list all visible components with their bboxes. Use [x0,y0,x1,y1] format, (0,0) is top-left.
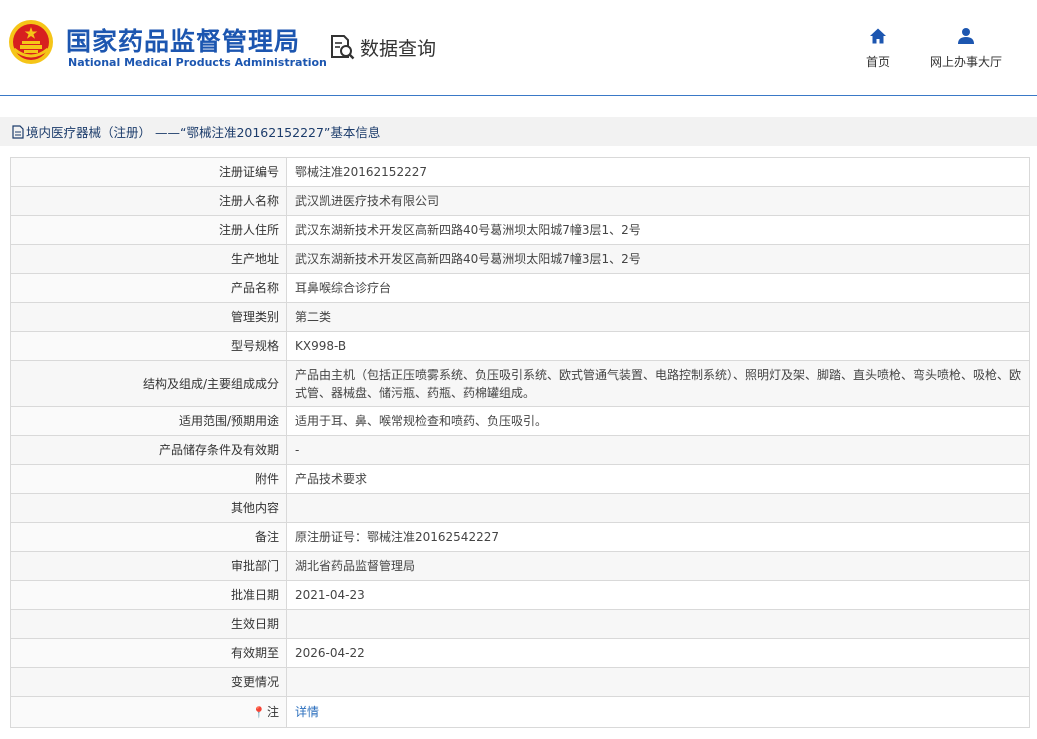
field-label: 管理类别 [10,302,287,332]
field-label: 适用范围/预期用途 [10,406,287,436]
nav-home-button[interactable]: 首页 [866,26,890,70]
note-label-cell: 📍注 [10,696,287,728]
field-label: 产品储存条件及有效期 [10,435,287,465]
field-value: 产品由主机（包括正压喷雾系统、负压吸引系统、欧式管通气装置、电路控制系统）、照明… [286,360,1030,407]
table-row: 注册证编号 鄂械注准20162152227 [10,157,1030,187]
table-row: 注册人名称 武汉凯进医疗技术有限公司 [10,186,1030,216]
site-title: 国家药品监督管理局 [66,27,301,56]
pin-icon: 📍 [252,705,266,719]
field-value: 2021-04-23 [286,580,1030,610]
field-value: 武汉凯进医疗技术有限公司 [286,186,1030,216]
field-value: 第二类 [286,302,1030,332]
table-row: 型号规格 KX998-B [10,331,1030,361]
field-value: 2026-04-22 [286,638,1030,668]
field-label: 产品名称 [10,273,287,303]
user-icon [958,28,974,44]
field-value: 湖北省药品监督管理局 [286,551,1030,581]
field-value: 武汉东湖新技术开发区高新四路40号葛洲坝太阳城7幢3层1、2号 [286,244,1030,274]
detail-table: 注册证编号 鄂械注准20162152227 注册人名称 武汉凯进医疗技术有限公司… [10,157,1030,728]
table-row: 审批部门 湖北省药品监督管理局 [10,551,1030,581]
field-label: 注 [266,704,279,719]
field-value: - [286,435,1030,465]
table-row: 注册人住所 武汉东湖新技术开发区高新四路40号葛洲坝太阳城7幢3层1、2号 [10,215,1030,245]
field-value [286,493,1030,523]
field-label: 型号规格 [10,331,287,361]
field-value: 武汉东湖新技术开发区高新四路40号葛洲坝太阳城7幢3层1、2号 [286,215,1030,245]
field-label: 生效日期 [10,609,287,639]
field-label: 其他内容 [10,493,287,523]
table-row: 有效期至 2026-04-22 [10,638,1030,668]
note-value-cell: 详情 [286,696,1030,728]
table-row: 备注 原注册证号：鄂械注准20162542227 [10,522,1030,552]
field-value: 产品技术要求 [286,464,1030,494]
table-row: 其他内容 [10,493,1030,523]
table-row: 管理类别 第二类 [10,302,1030,332]
field-label: 生产地址 [10,244,287,274]
field-label: 注册人住所 [10,215,287,245]
national-emblem-icon [9,20,53,64]
field-value [286,667,1030,697]
document-icon [12,124,24,139]
field-label: 附件 [10,464,287,494]
nav-online-hall-button[interactable]: 网上办事大厅 [930,26,1002,70]
field-label: 有效期至 [10,638,287,668]
data-query-heading[interactable]: 数据查询 [328,33,436,61]
field-value: 耳鼻喉综合诊疗台 [286,273,1030,303]
table-row: 结构及组成/主要组成成分 产品由主机（包括正压喷雾系统、负压吸引系统、欧式管通气… [10,360,1030,407]
table-row: 产品名称 耳鼻喉综合诊疗台 [10,273,1030,303]
field-label: 注册人名称 [10,186,287,216]
field-label: 备注 [10,522,287,552]
field-label: 结构及组成/主要组成成分 [10,360,287,407]
details-link[interactable]: 详情 [295,705,319,719]
field-value: 适用于耳、鼻、喉常规检查和喷药、负压吸引。 [286,406,1030,436]
table-row: 适用范围/预期用途 适用于耳、鼻、喉常规检查和喷药、负压吸引。 [10,406,1030,436]
table-row: 变更情况 [10,667,1030,697]
data-query-label: 数据查询 [360,37,437,60]
breadcrumb-text: 境内医疗器械（注册） ——“鄂械注准20162152227”基本信息 [26,125,381,140]
field-value [286,609,1030,639]
breadcrumb: 境内医疗器械（注册） ——“鄂械注准20162152227”基本信息 [0,117,1037,146]
field-value: 原注册证号：鄂械注准20162542227 [286,522,1030,552]
home-icon [870,28,886,44]
field-label: 批准日期 [10,580,287,610]
table-row: 批准日期 2021-04-23 [10,580,1030,610]
field-label: 变更情况 [10,667,287,697]
table-row: 生效日期 [10,609,1030,639]
site-subtitle: National Medical Products Administration [68,56,327,69]
field-value: 鄂械注准20162152227 [286,157,1030,187]
document-search-icon [331,35,355,60]
field-label: 注册证编号 [10,157,287,187]
table-row: 产品储存条件及有效期 - [10,435,1030,465]
table-row: 📍注 详情 [10,696,1030,728]
table-row: 附件 产品技术要求 [10,464,1030,494]
field-value: KX998-B [286,331,1030,361]
field-label: 审批部门 [10,551,287,581]
site-header: 国家药品监督管理局 National Medical Products Admi… [0,0,1037,96]
nav-home-label: 首页 [866,55,891,69]
table-row: 生产地址 武汉东湖新技术开发区高新四路40号葛洲坝太阳城7幢3层1、2号 [10,244,1030,274]
nav-online-hall-label: 网上办事大厅 [930,55,1003,69]
